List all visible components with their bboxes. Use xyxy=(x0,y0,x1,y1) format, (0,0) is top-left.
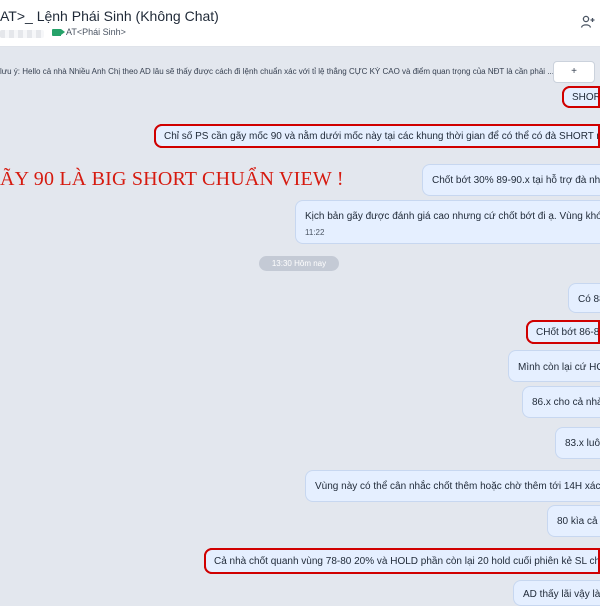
date-separator: 13:30 Hôm nay xyxy=(259,256,339,271)
message-bubble[interactable]: 86.x cho cả nhà xyxy=(522,386,600,418)
red-overlay-caption: ÃY 90 LÀ BIG SHORT CHUẨN VIEW ! xyxy=(0,168,344,190)
message-list[interactable]: SHORT Chỉ số PS cần gãy mốc 90 và nằm dư… xyxy=(0,0,600,606)
message-time: 11:22 xyxy=(305,228,325,237)
message-bubble[interactable]: 83.x luôn xyxy=(555,427,600,459)
message-bubble[interactable]: Mình còn lại cứ HO xyxy=(508,350,600,382)
message-bubble[interactable]: CHốt bớt 86-8 xyxy=(526,320,600,344)
message-bubble[interactable]: AD thấy lãi vậy là c xyxy=(513,580,600,606)
message-bubble[interactable]: 80 kìa cả n xyxy=(547,505,600,537)
message-bubble[interactable]: Chốt bớt 30% 89-90.x tại hỗ trợ đà nhé xyxy=(422,164,600,196)
message-bubble[interactable]: SHORT xyxy=(562,86,600,108)
message-bubble[interactable]: Chỉ số PS cần gãy mốc 90 và nằm dưới mốc… xyxy=(154,124,600,148)
message-bubble[interactable]: Kịch bản gãy được đánh giá cao nhưng cứ … xyxy=(295,200,600,244)
message-bubble[interactable]: Có 88 xyxy=(568,283,600,313)
message-bubble[interactable]: Vùng này có thể cân nhắc chốt thêm hoặc … xyxy=(305,470,600,502)
message-bubble[interactable]: Cả nhà chốt quanh vùng 78-80 20% và HOLD… xyxy=(204,548,600,574)
